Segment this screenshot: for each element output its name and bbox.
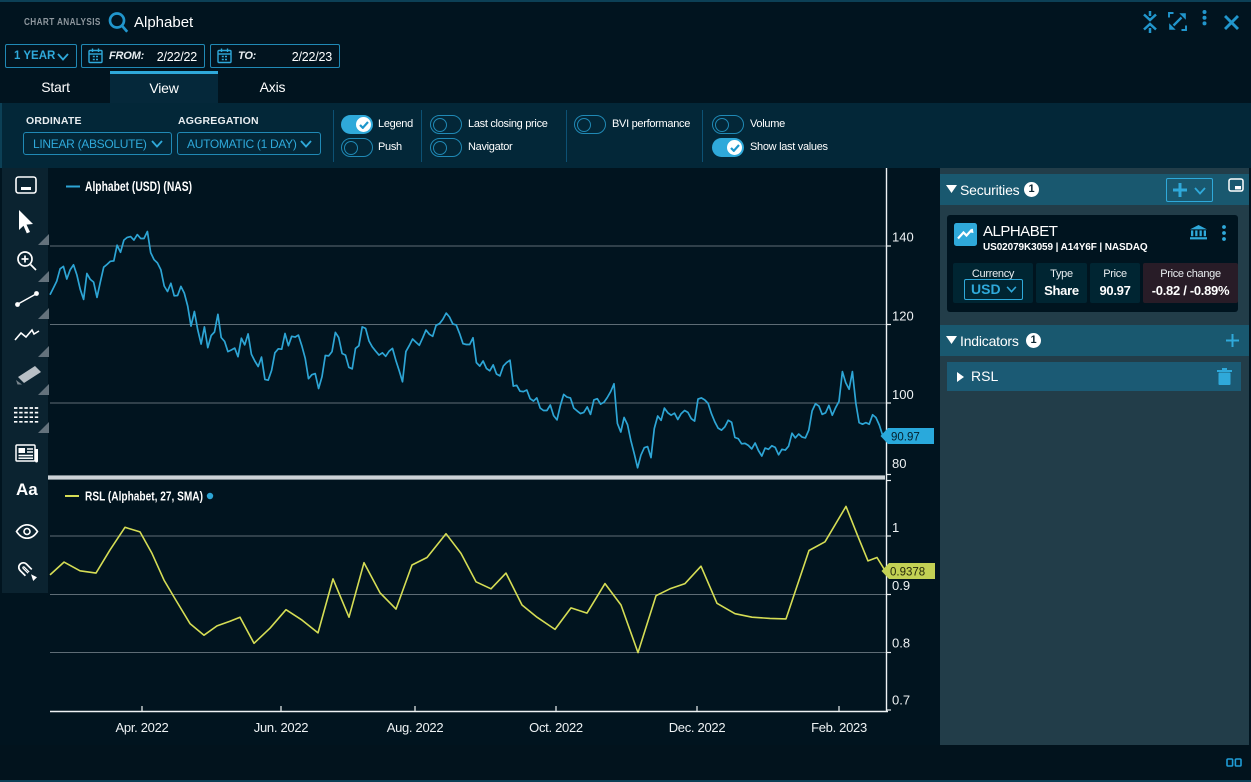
svg-text:0.8: 0.8 (892, 636, 910, 651)
svg-text:Apr. 2022: Apr. 2022 (116, 720, 169, 735)
svg-text:90.97: 90.97 (891, 432, 920, 444)
svg-text:Oct. 2022: Oct. 2022 (529, 720, 583, 735)
svg-text:140: 140 (892, 230, 914, 245)
svg-text:0.9378: 0.9378 (890, 567, 925, 579)
svg-text:Aug. 2022: Aug. 2022 (387, 720, 444, 735)
svg-text:RSL (Alphabet, 27, SMA): RSL (Alphabet, 27, SMA) (85, 490, 203, 504)
svg-text:Dec. 2022: Dec. 2022 (669, 720, 726, 735)
svg-text:100: 100 (892, 387, 914, 402)
svg-text:120: 120 (892, 309, 914, 324)
svg-text:80: 80 (892, 456, 906, 471)
svg-text:0.9: 0.9 (892, 578, 910, 593)
svg-text:0.7: 0.7 (892, 693, 910, 708)
svg-text:1: 1 (892, 520, 899, 535)
svg-text:Alphabet (USD) (NAS): Alphabet (USD) (NAS) (85, 179, 192, 194)
svg-text:Jun. 2022: Jun. 2022 (254, 720, 308, 735)
svg-text:Feb. 2023: Feb. 2023 (811, 720, 867, 735)
